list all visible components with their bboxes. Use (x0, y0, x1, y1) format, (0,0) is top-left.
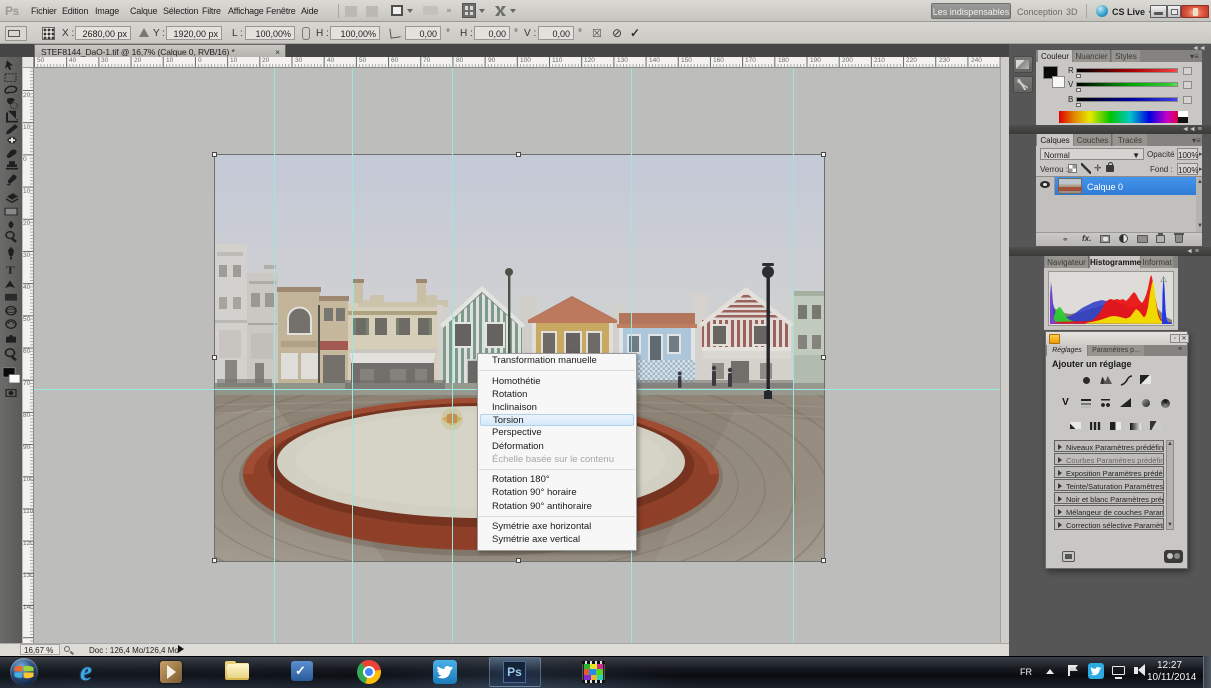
svg-text:T: T (6, 264, 15, 277)
